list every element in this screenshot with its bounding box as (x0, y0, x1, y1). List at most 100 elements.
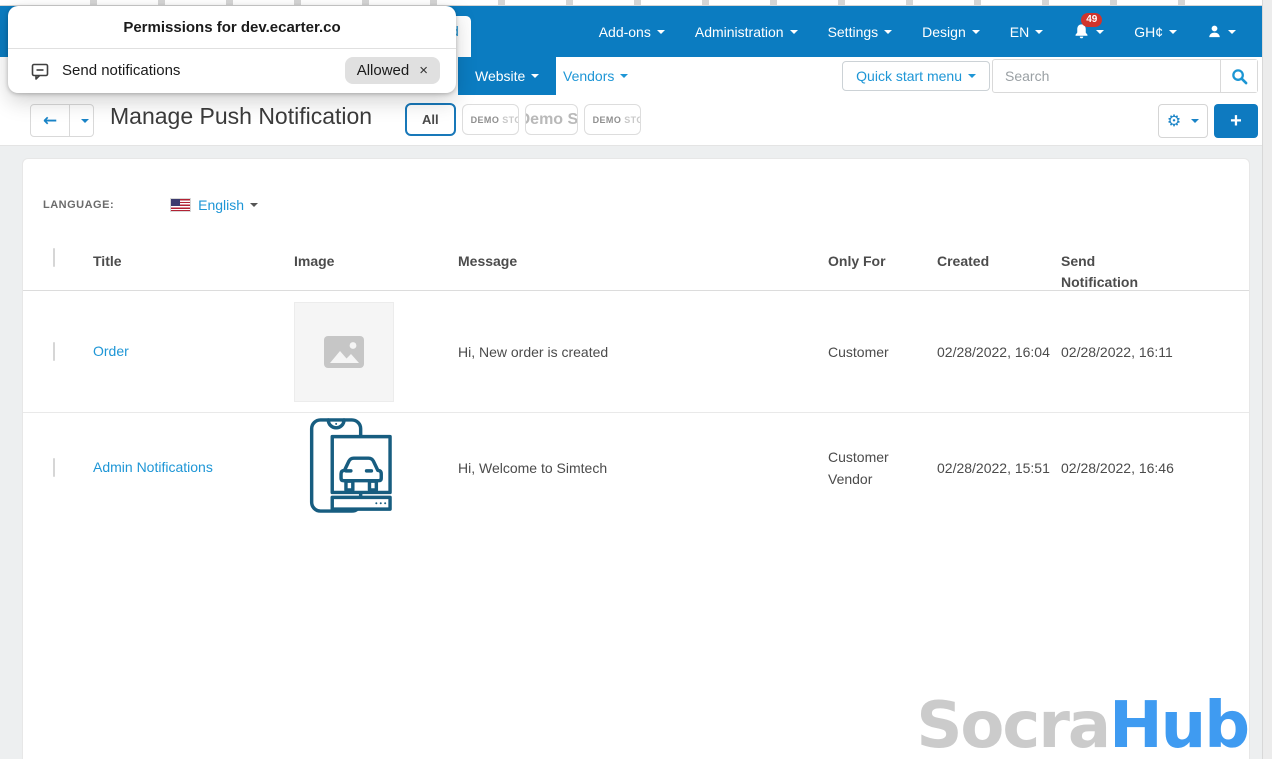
currency-menu[interactable]: GH¢ (1134, 24, 1177, 40)
send-notification-value: 02/28/2022, 16:11 (1061, 343, 1173, 360)
chevron-down-icon (884, 29, 893, 34)
send-notification-value: 02/28/2022, 16:46 (1061, 460, 1174, 476)
topnav-settings-label: Settings (827, 23, 879, 40)
topnav-language-label: EN (1009, 23, 1030, 40)
chevron-down-icon (531, 74, 540, 78)
watermark-part2: Hub (1109, 689, 1250, 759)
image-placeholder (294, 301, 394, 402)
content-card: LANGUAGE: English Title Image Message On… (22, 158, 1250, 759)
website-menu-label: Website (475, 68, 526, 84)
close-icon[interactable]: × (419, 62, 428, 79)
chevron-down-icon (1035, 29, 1044, 34)
back-history-dropdown[interactable] (70, 105, 93, 136)
tab-demo-store-1[interactable]: DEMO STORE (461, 104, 519, 135)
row-checkbox[interactable] (53, 458, 55, 477)
chevron-down-icon (80, 118, 89, 123)
topnav-language[interactable]: EN (1009, 23, 1044, 40)
created-value: 02/28/2022, 16:04 (937, 343, 1050, 360)
socrahub-watermark: SocraHub (916, 689, 1250, 759)
notification-title-link[interactable]: Order (93, 343, 129, 359)
vendors-menu[interactable]: Vendors (563, 57, 629, 95)
chevron-down-icon (1096, 29, 1105, 34)
search-input[interactable] (993, 60, 1220, 92)
header-created: Created (937, 253, 990, 269)
speech-bubble-icon (31, 63, 49, 80)
car-phone-illustration (309, 417, 392, 513)
permissions-popup-title: Permissions for dev.ecarter.co (123, 19, 341, 36)
only-for-value: Customer Vendor (828, 446, 937, 490)
topnav-administration[interactable]: Administration (695, 24, 798, 40)
page-title: Manage Push Notification (110, 103, 373, 129)
tab-all-stores[interactable]: All (405, 103, 456, 136)
account-menu[interactable] (1207, 24, 1236, 39)
notification-message: Hi, New order is created (458, 343, 609, 360)
header-only-for: Only For (828, 253, 886, 269)
storefront-tabs: All DEMO STORE Demo Store DEMO STORE (405, 103, 641, 136)
language-selector-row: LANGUAGE: English (43, 197, 259, 213)
chevron-down-icon (250, 203, 259, 207)
topnav-design[interactable]: Design (922, 24, 980, 40)
scrollbar[interactable] (1262, 0, 1272, 759)
quick-start-menu-label: Quick start menu (856, 68, 962, 84)
topnav-settings[interactable]: Settings (828, 24, 893, 40)
plus-icon: + (1230, 109, 1242, 132)
back-arrow-icon: ← (42, 110, 58, 131)
table-row: Admin Notifications Hi, Welcome to Simte… (23, 413, 1249, 523)
topnav-addons[interactable]: Add-ons (599, 24, 665, 40)
tab-demo-store-3[interactable]: DEMO STORE (583, 104, 641, 135)
header-title: Title (93, 253, 122, 269)
only-for-line: Vendor (828, 471, 873, 487)
table-row: Order Hi, New order is created Customer … (23, 291, 1249, 413)
gear-icon: ⚙ (1166, 111, 1182, 130)
topnav-design-label: Design (922, 23, 966, 40)
website-menu[interactable]: Website (458, 57, 557, 95)
table-header-row: Title Image Message Only For Created Sen… (23, 237, 1249, 291)
content-area: LANGUAGE: English Title Image Message On… (0, 146, 1272, 759)
permission-status-badge: Allowed × (344, 57, 440, 84)
image-placeholder-icon (324, 335, 364, 368)
chevron-down-icon (971, 29, 980, 34)
chevron-down-icon (789, 29, 798, 34)
header-send-notification: Send Notification (1061, 253, 1138, 290)
language-dropdown[interactable]: English (198, 197, 259, 213)
row-checkbox[interactable] (53, 341, 55, 361)
notification-message: Hi, Welcome to Simtech (458, 460, 608, 476)
language-label: LANGUAGE: (43, 199, 115, 211)
screen: Add-ons Administration Settings Design E… (0, 0, 1272, 759)
back-button[interactable]: ← (31, 105, 70, 136)
page-title-bar: ← Manage Push Notification All DEMO STOR… (0, 95, 1272, 146)
topnav-addons-label: Add-ons (598, 23, 651, 40)
search-button[interactable] (1220, 60, 1257, 92)
tab-demo-store-2[interactable]: Demo Store (524, 104, 578, 135)
chevron-down-icon (1191, 119, 1200, 123)
add-notification-button[interactable]: + (1214, 104, 1258, 138)
chevron-down-icon (1169, 29, 1177, 34)
vendors-menu-label: Vendors (563, 68, 615, 84)
chevron-down-icon (968, 74, 976, 78)
us-flag-icon (171, 199, 191, 211)
created-value: 02/28/2022, 15:51 (937, 460, 1050, 476)
notifications-menu[interactable]: 49 (1073, 13, 1105, 40)
only-for-value: Customer (828, 343, 889, 360)
notification-title-link[interactable]: Admin Notifications (93, 459, 213, 475)
language-value: English (198, 197, 245, 213)
permission-status-label: Allowed (356, 62, 410, 79)
header-message: Message (458, 253, 518, 269)
permission-label: Send notifications (62, 62, 181, 79)
chevron-down-icon (656, 29, 665, 34)
chevron-down-icon (620, 74, 629, 78)
permission-row: Send notifications Allowed × (8, 49, 456, 92)
chevron-down-icon (1228, 29, 1236, 34)
topnav-administration-label: Administration (694, 23, 784, 40)
search-icon (1231, 68, 1247, 84)
quick-start-menu-button[interactable]: Quick start menu (842, 61, 990, 91)
settings-gear-button[interactable]: ⚙ (1158, 104, 1208, 138)
header-image: Image (294, 253, 335, 269)
only-for-line: Customer (828, 449, 889, 465)
watermark-part1: Socra (916, 689, 1111, 759)
notification-count-badge: 49 (1081, 13, 1103, 27)
search-group (992, 59, 1258, 93)
user-icon (1209, 25, 1220, 38)
currency-label: GH¢ (1134, 23, 1163, 40)
select-all-checkbox[interactable] (53, 248, 55, 267)
